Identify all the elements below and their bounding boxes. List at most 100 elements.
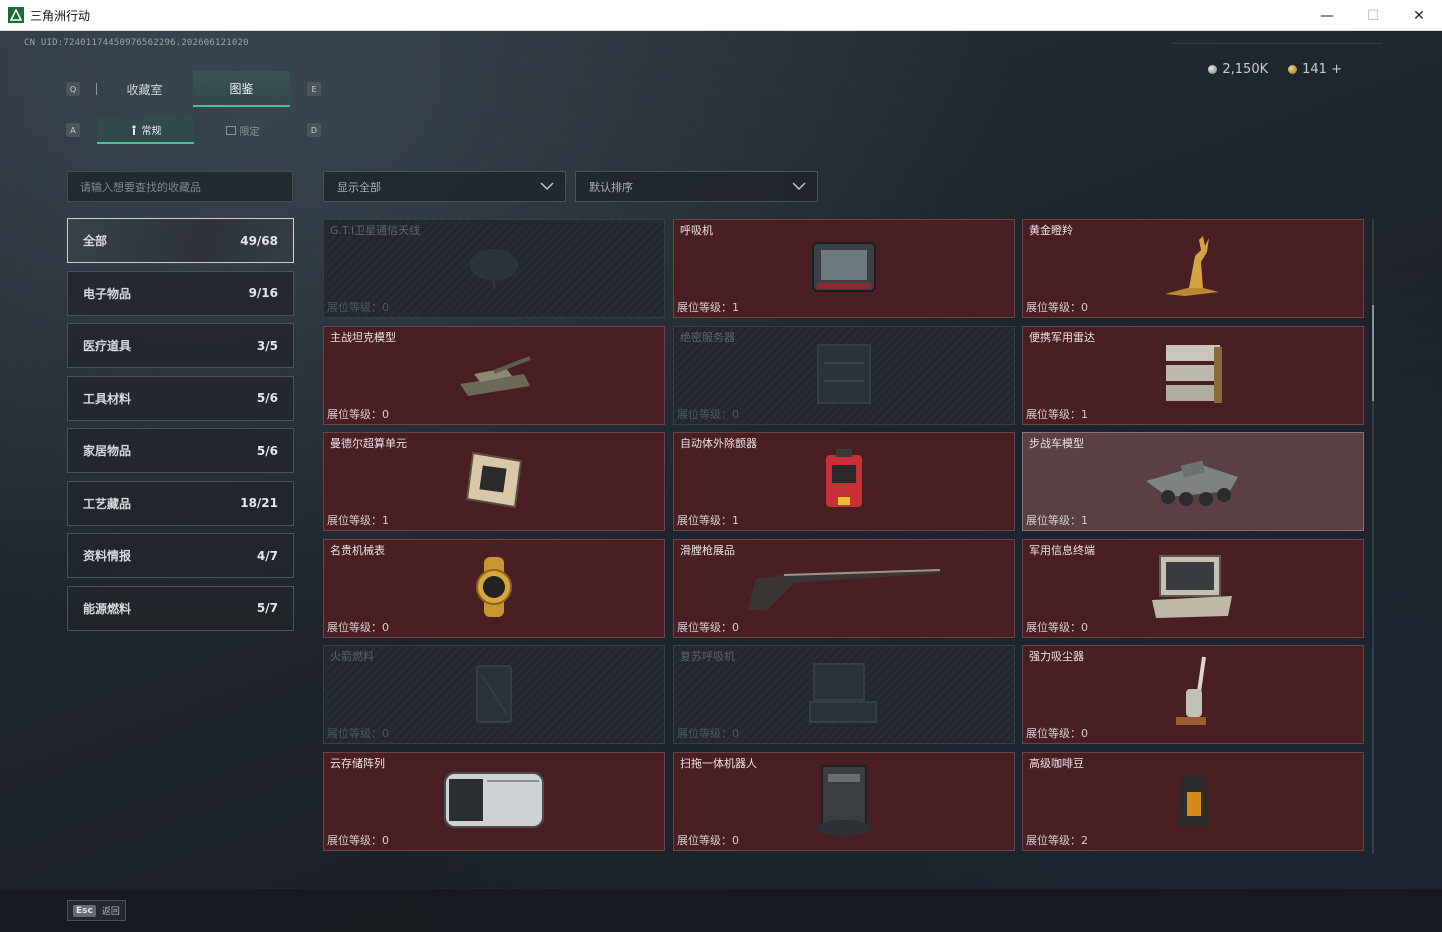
collection-card[interactable]: 扫拖一体机器人 展位等级：0 <box>673 752 1015 851</box>
card-level: 展位等级：0 <box>677 619 739 635</box>
robot-vacuum-icon <box>812 762 876 842</box>
add-currency-button[interactable]: + <box>1331 62 1342 77</box>
close-button[interactable]: ✕ <box>1396 0 1442 31</box>
card-title: 步战车模型 <box>1029 437 1084 450</box>
collection-card[interactable]: 滑膛枪展品展位等级：0 <box>673 539 1015 638</box>
card-title: 便携军用雷达 <box>1029 331 1095 344</box>
collection-card[interactable]: 呼吸机 展位等级：1 <box>673 219 1015 318</box>
search-input[interactable]: 请输入想要查找的收藏品 <box>67 171 293 202</box>
category-fuel[interactable]: 能源燃料 5/7 <box>67 585 294 631</box>
figure-icon <box>131 124 136 135</box>
collection-card[interactable]: 绝密服务器展位等级：0 <box>673 326 1015 425</box>
card-level: 展位等级：0 <box>327 406 389 422</box>
card-level: 展位等级：0 <box>677 406 739 422</box>
level-value: 1 <box>732 514 739 527</box>
collection-card[interactable]: 云存储阵列 展位等级：0 <box>323 752 665 851</box>
level-value: 0 <box>732 834 739 847</box>
level-prefix: 展位等级： <box>677 621 732 634</box>
app-logo-icon <box>8 7 24 23</box>
level-value: 0 <box>732 621 739 634</box>
subtab-regular[interactable]: 常规 <box>97 117 194 144</box>
card-title: 主战坦克模型 <box>330 331 396 344</box>
card-level: 展位等级：1 <box>1026 406 1088 422</box>
card-title: 呼吸机 <box>680 224 713 237</box>
esc-key-hint: Esc <box>73 904 96 917</box>
collection-card[interactable]: 曼德尔超算单元 展位等级：1 <box>323 432 665 531</box>
key-hint-d: D <box>307 123 321 137</box>
level-prefix: 展位等级： <box>1026 621 1081 634</box>
scrollbar-thumb[interactable] <box>1372 305 1374 401</box>
satellite-antenna-icon <box>464 245 524 293</box>
level-value: 1 <box>382 514 389 527</box>
collection-card[interactable]: 高级咖啡豆 展位等级：2 <box>1022 752 1364 851</box>
collection-card[interactable]: 黄金瞪羚 展位等级：0 <box>1022 219 1364 318</box>
category-electronics[interactable]: 电子物品 9/16 <box>67 270 294 316</box>
game-area: CN UID:72401174450976562296.202606121020… <box>0 31 1442 932</box>
level-prefix: 展位等级： <box>327 408 382 421</box>
card-title: 强力吸尘器 <box>1029 650 1084 663</box>
level-prefix: 展位等级： <box>327 514 382 527</box>
category-crafts[interactable]: 工艺藏品 18/21 <box>67 480 294 526</box>
card-level: 展位等级：1 <box>1026 512 1088 528</box>
golden-gazelle-icon <box>1155 232 1231 306</box>
maximize-button[interactable]: ☐ <box>1350 0 1396 31</box>
minimize-button[interactable]: — <box>1304 0 1350 31</box>
ifv-model-icon <box>1138 447 1248 517</box>
card-level: 展位等级：0 <box>327 619 389 635</box>
musket-icon <box>744 557 944 621</box>
card-level: 展位等级：1 <box>677 512 739 528</box>
category-all[interactable]: 全部 49/68 <box>67 218 294 263</box>
card-level: 展位等级：0 <box>1026 619 1088 635</box>
minimize-icon: — <box>1320 7 1334 24</box>
category-tools[interactable]: 工具材料 5/6 <box>67 375 294 421</box>
level-value: 0 <box>382 834 389 847</box>
card-title: 高级咖啡豆 <box>1029 757 1084 770</box>
sort-select[interactable]: 默认排序 <box>575 171 818 202</box>
category-list: 全部 49/68 电子物品 9/16 医疗道具 3/5 工具材料 5/6 家居物品 5/6… <box>67 218 294 638</box>
category-household[interactable]: 家居物品 5/6 <box>67 428 294 473</box>
level-prefix: 展位等级： <box>1026 514 1081 527</box>
collection-card[interactable]: 强力吸尘器 展位等级：0 <box>1022 645 1364 744</box>
silver-currency: 2,150K <box>1208 62 1268 77</box>
category-medical[interactable]: 医疗道具 3/5 <box>67 323 294 368</box>
card-title: 扫拖一体机器人 <box>680 757 757 770</box>
collection-card[interactable]: 步战车模型展位等级：1 <box>1022 432 1364 531</box>
category-filter-select[interactable]: 显示全部 <box>323 171 566 202</box>
collection-card[interactable]: 自动体外除颤器 展位等级：1 <box>673 432 1015 531</box>
card-title: 绝密服务器 <box>680 331 735 344</box>
card-level: 展位等级：0 <box>677 832 739 848</box>
tab-catalog[interactable]: 图鉴 <box>193 71 290 107</box>
level-prefix: 展位等级： <box>1026 408 1081 421</box>
level-value: 1 <box>732 301 739 314</box>
radar-icon <box>1158 341 1228 411</box>
level-value: 1 <box>1081 514 1088 527</box>
sub-tabs: 常规 限定 <box>97 117 291 144</box>
collection-card[interactable]: 军用信息终端 展位等级：0 <box>1022 539 1364 638</box>
level-prefix: 展位等级： <box>677 727 732 740</box>
back-button[interactable]: Esc 返回 <box>67 900 126 921</box>
level-value: 0 <box>1081 301 1088 314</box>
card-title: 滑膛枪展品 <box>680 544 735 557</box>
collection-card[interactable]: 主战坦克模型 展位等级：0 <box>323 326 665 425</box>
level-value: 0 <box>732 727 739 740</box>
tab-collection-room[interactable]: 收藏室 <box>96 71 193 107</box>
subtab-limited[interactable]: 限定 <box>194 117 291 144</box>
level-prefix: 展位等级： <box>677 514 732 527</box>
card-level: 展位等级：0 <box>677 725 739 741</box>
grid-scrollbar[interactable] <box>1372 219 1374 854</box>
collection-card[interactable]: G.T.I卫星通信天线 展位等级：0 <box>323 219 665 318</box>
maximize-icon: ☐ <box>1366 7 1380 24</box>
defibrillator-icon <box>820 447 868 517</box>
level-prefix: 展位等级： <box>1026 301 1081 314</box>
card-title: 曼德尔超算单元 <box>330 437 407 450</box>
collection-card[interactable]: 火箭燃料 展位等级：0 <box>323 645 665 744</box>
key-hint-e: E <box>307 82 321 96</box>
collection-card[interactable]: 便携军用雷达 展位等级：1 <box>1022 326 1364 425</box>
storage-array-icon <box>439 767 549 837</box>
collection-card[interactable]: 名贵机械表 展位等级：0 <box>323 539 665 638</box>
collection-card[interactable]: 复苏呼吸机 展位等级：0 <box>673 645 1015 744</box>
ventilator-icon <box>809 237 879 301</box>
currency-bar: 2,150K 141 + <box>1208 62 1342 77</box>
category-intel[interactable]: 资料情报 4/7 <box>67 533 294 578</box>
key-hint-a: A <box>66 123 80 137</box>
